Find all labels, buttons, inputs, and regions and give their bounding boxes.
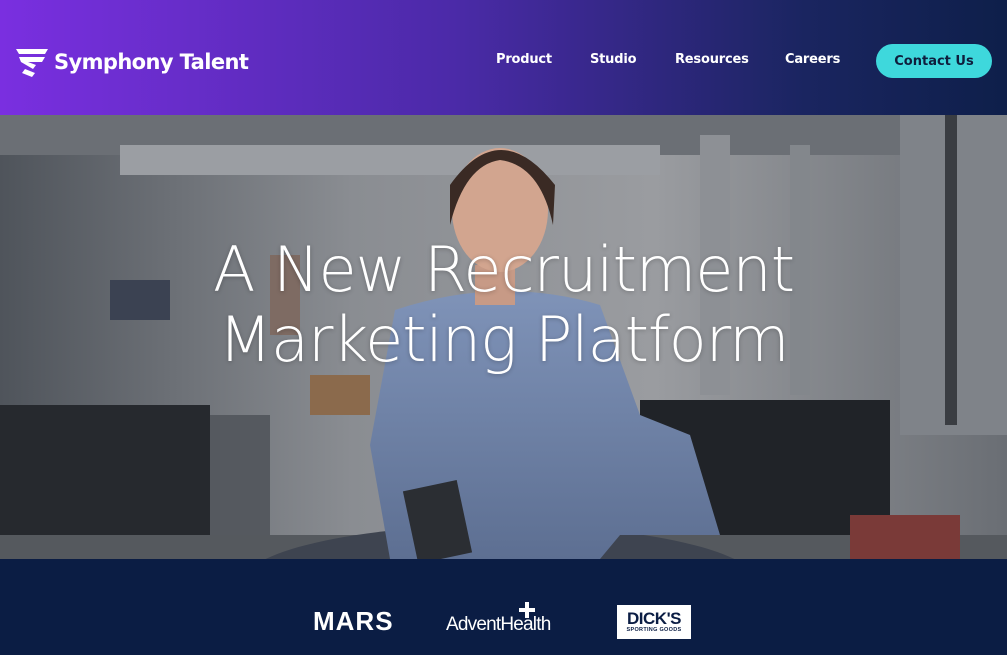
hero-section: A New Recruitment Marketing Platform bbox=[0, 115, 1007, 559]
mars-logo: MARS bbox=[313, 606, 394, 636]
hero-title-line-1: A New Recruitment bbox=[212, 233, 795, 306]
site-header: Symphony Talent Product Studio Resources… bbox=[0, 0, 1007, 115]
hero-title-line-2: Marketing Platform bbox=[218, 303, 789, 376]
dicks-sporting-goods-logo: DICK'S SPORTING GOODS bbox=[617, 605, 691, 639]
main-nav: Product Studio Resources Careers bbox=[0, 52, 1007, 72]
client-logos-bar: MARS AdventHealth DICK'S SPORTING GOODS bbox=[0, 559, 1007, 655]
nav-studio[interactable]: Studio bbox=[590, 52, 637, 67]
adventhealth-cross-icon bbox=[519, 602, 535, 618]
contact-us-button[interactable]: Contact Us bbox=[876, 44, 992, 78]
dicks-wordmark: DICK'S bbox=[627, 609, 681, 628]
dicks-subtitle: SPORTING GOODS bbox=[626, 627, 682, 633]
nav-careers[interactable]: Careers bbox=[785, 52, 840, 67]
hero-title: A New Recruitment Marketing Platform bbox=[0, 235, 1007, 375]
nav-resources[interactable]: Resources bbox=[675, 52, 749, 67]
nav-product[interactable]: Product bbox=[496, 52, 552, 67]
